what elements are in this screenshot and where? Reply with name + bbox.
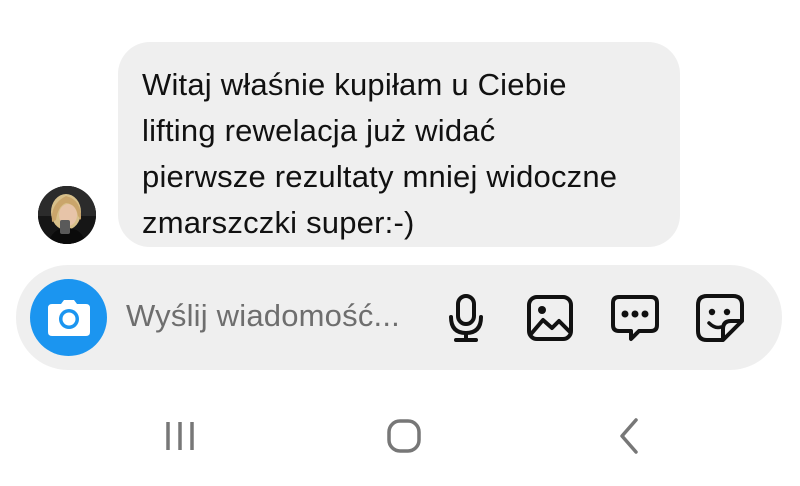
sticker-button[interactable]: [691, 289, 749, 347]
message-options-icon: [611, 295, 659, 341]
message-input[interactable]: Wyślij wiadomość...: [126, 298, 400, 334]
message-line: zmarszczki super:-): [142, 205, 415, 240]
avatar-photo: [38, 186, 96, 244]
message-options-button[interactable]: [606, 289, 664, 347]
sender-avatar[interactable]: [38, 186, 96, 244]
recent-apps-button[interactable]: [150, 410, 210, 462]
camera-icon: [47, 299, 90, 336]
home-button[interactable]: [374, 410, 434, 462]
voice-button[interactable]: [437, 289, 495, 347]
message-line: lifting rewelacja już widać: [142, 113, 496, 148]
gallery-icon: [527, 295, 573, 341]
back-icon: [620, 418, 638, 454]
camera-button[interactable]: [30, 279, 107, 356]
system-navigation-bar: [0, 390, 800, 486]
message-composer: Wyślij wiadomość...: [16, 265, 782, 370]
microphone-icon: [449, 294, 483, 342]
message-line: Witaj właśnie kupiłam u Ciebie: [142, 67, 567, 102]
back-button[interactable]: [600, 410, 660, 462]
message-bubble[interactable]: Witaj właśnie kupiłam u Ciebie lifting r…: [118, 42, 680, 247]
gallery-button[interactable]: [521, 289, 579, 347]
chat-area: Witaj właśnie kupiłam u Ciebie lifting r…: [0, 0, 800, 258]
home-icon: [387, 419, 421, 453]
sticker-icon: [696, 294, 744, 342]
message-line: pierwsze rezultaty mniej widoczne: [142, 159, 618, 194]
recent-apps-icon: [166, 422, 194, 450]
